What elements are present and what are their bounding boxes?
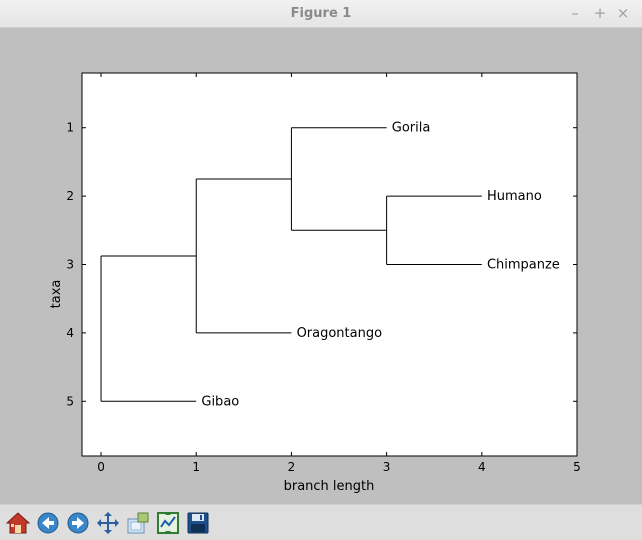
leaf-label: Oragontango xyxy=(297,326,383,341)
pan-button[interactable] xyxy=(94,509,122,537)
dendrogram-plot: 0 1 2 3 4 5 1 2 3 4 5 Gorila Humano Chimpanze Oragont… xyxy=(49,72,581,494)
pan-move-icon xyxy=(97,512,119,534)
title-bar: Figure 1 – + × xyxy=(0,0,642,28)
subplots-button[interactable] xyxy=(154,509,182,537)
forward-arrow-icon xyxy=(67,512,89,534)
y-tick-label: 2 xyxy=(66,189,74,203)
back-button[interactable] xyxy=(34,509,62,537)
zoom-button[interactable] xyxy=(124,509,152,537)
leaf-label: Humano xyxy=(487,189,542,204)
x-tick-label: 0 xyxy=(97,460,105,474)
home-button[interactable] xyxy=(4,509,32,537)
back-arrow-icon xyxy=(37,512,59,534)
home-icon xyxy=(6,512,30,534)
subplots-config-icon xyxy=(157,512,179,534)
figure-canvas[interactable]: 0 1 2 3 4 5 1 2 3 4 5 Gorila Humano Chimpanze Oragont… xyxy=(0,28,642,504)
save-floppy-icon xyxy=(187,512,209,534)
save-button[interactable] xyxy=(184,509,212,537)
y-tick-label: 4 xyxy=(66,326,74,340)
navigation-toolbar xyxy=(0,504,642,540)
minimize-button[interactable]: – xyxy=(566,4,584,22)
close-button[interactable]: × xyxy=(614,4,632,22)
x-tick-label: 2 xyxy=(288,460,296,474)
window-title: Figure 1 xyxy=(290,6,352,21)
leaf-label: Chimpanze xyxy=(487,258,560,273)
leaf-label: Gorila xyxy=(392,121,431,136)
x-tick-label: 1 xyxy=(192,460,200,474)
x-tick-label: 5 xyxy=(573,460,581,474)
x-axis-label: branch length xyxy=(284,479,375,494)
x-tick-label: 4 xyxy=(478,460,486,474)
y-axis-label: taxa xyxy=(49,280,64,309)
forward-button[interactable] xyxy=(64,509,92,537)
leaf-label: Gibao xyxy=(201,394,239,409)
x-tick-label: 3 xyxy=(383,460,391,474)
y-tick-label: 5 xyxy=(66,394,74,408)
y-tick-label: 3 xyxy=(66,258,74,272)
zoom-rect-icon xyxy=(127,512,149,534)
maximize-button[interactable]: + xyxy=(591,4,609,22)
y-tick-label: 1 xyxy=(66,121,74,135)
